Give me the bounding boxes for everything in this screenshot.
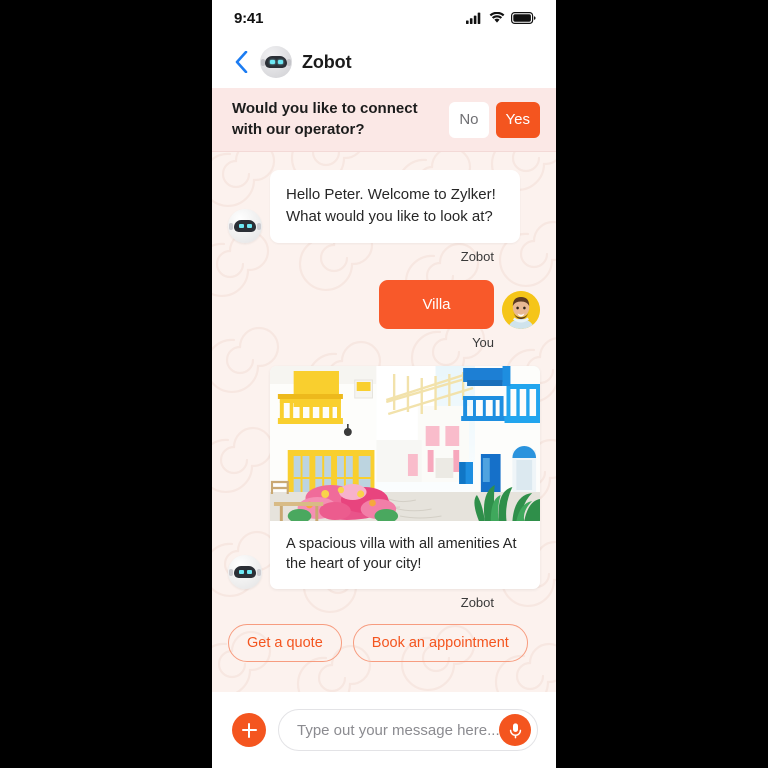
voice-record-button[interactable] [499,714,531,746]
avatar-portrait-illustration [502,290,540,329]
operator-prompt-text: Would you like to connect with our opera… [232,100,418,138]
bot-message-bubble: Hello Peter. Welcome to Zylker! What wou… [270,170,520,243]
chat-header: Zobot [212,36,556,88]
message-bot-villa-card: A spacious villa with all amenities At t… [228,365,540,589]
chevron-left-icon [235,51,247,73]
add-attachment-button[interactable] [232,713,266,747]
operator-connect-banner: Would you like to connect with our opera… [212,88,556,152]
screenshot-stage: 9:41 Zobot Would you like to connect wit… [0,0,768,768]
operator-yes-button[interactable]: Yes [495,101,540,138]
cellular-signal-icon [466,12,481,24]
battery-icon [511,12,536,24]
quick-reply-book-an-appointment[interactable]: Book an appointment [352,623,528,662]
header-robot-avatar-icon [260,46,292,78]
message-bot-greeting: Hello Peter. Welcome to Zylker! What wou… [228,170,540,243]
phone-screen: 9:41 Zobot Would you like to connect wit… [212,0,556,768]
robot-avatar-icon [228,554,262,589]
villa-card-caption: A spacious villa with all amenities At t… [286,535,517,573]
status-time: 9:41 [234,9,264,27]
villa-card[interactable]: A spacious villa with all amenities At t… [270,365,540,589]
page-title: Zobot [302,51,352,72]
microphone-icon [509,722,521,738]
robot-avatar-icon [228,208,262,243]
sender-label-bot-card: Zobot [460,594,494,610]
status-bar: 9:41 [212,0,556,36]
mediterranean-villa-street-photo [270,365,540,521]
operator-banner-actions: No Yes [449,101,540,138]
user-photo-avatar [502,290,540,329]
back-button[interactable] [232,49,250,75]
status-icons [466,12,536,24]
quick-reply-row: Get a quote Book an appointment [228,623,540,662]
quick-reply-get-a-quote[interactable]: Get a quote [228,623,342,662]
operator-no-button[interactable]: No [449,101,489,138]
sender-label-bot: Zobot [460,248,494,264]
message-composer [212,692,556,768]
message-input[interactable] [297,721,499,739]
chat-message-list[interactable]: Hello Peter. Welcome to Zylker! What wou… [212,152,556,692]
wifi-icon [489,12,505,23]
user-message-bubble: Villa [379,279,494,329]
message-user-villa: Villa [228,279,540,329]
message-input-wrapper[interactable] [278,709,538,751]
sender-label-user: You [472,334,494,350]
